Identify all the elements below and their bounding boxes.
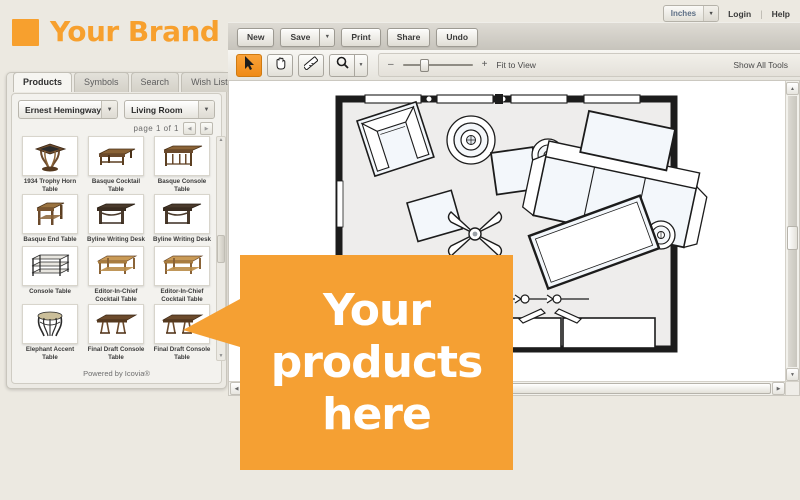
undo-button[interactable]: Undo [436, 27, 479, 47]
product-label: Basque Cocktail Table [91, 178, 141, 193]
product-item[interactable]: Basque End Table [18, 194, 82, 245]
product-item[interactable]: Basque Console Table [150, 136, 214, 193]
magnifier-icon [336, 56, 349, 74]
room-select[interactable]: Living Room ▼ [124, 100, 215, 119]
tab-symbols[interactable]: Symbols [74, 72, 129, 92]
pager-next-button[interactable]: ▶ [200, 122, 213, 135]
tab-products[interactable]: Products [13, 72, 73, 92]
chevron-down-icon: ▼ [198, 101, 214, 118]
product-item[interactable]: Byline Writing Desk [84, 194, 148, 245]
tab-search[interactable]: Search [130, 72, 180, 92]
save-button-group: Save ▼ [280, 27, 336, 47]
canvas-vertical-scrollbar[interactable]: ▲ ▼ [785, 81, 799, 382]
cocktail-table-thumb-icon [88, 136, 144, 176]
zoom-slider-knob[interactable] [419, 58, 429, 72]
brand-select-value: Ernest Hemingway [25, 104, 102, 115]
arrow-up-icon[interactable]: ▲ [219, 138, 224, 143]
chevron-down-icon: ▼ [101, 101, 118, 118]
promo-line-1: Your [322, 285, 431, 336]
share-button[interactable]: Share [386, 27, 431, 47]
pager-prev-button[interactable]: ◀ [183, 122, 196, 135]
chevron-down-icon[interactable]: ▼ [319, 27, 336, 47]
product-label: Basque Console Table [157, 178, 207, 193]
app-root: Your Brand Products Symbols Search Wish … [0, 0, 800, 500]
accent-table-thumb-icon [22, 304, 78, 344]
pager: page 1 of 1 ◀ ▶ [133, 122, 213, 135]
ruler-icon [303, 55, 319, 75]
cursor-arrow-icon [244, 55, 255, 75]
zoom-slider-track [402, 64, 473, 66]
product-label: Final Draft Console Table [87, 346, 145, 361]
promo-line-2: products [270, 337, 484, 388]
final-draft-console-thumb-icon [88, 304, 144, 344]
product-label: Editor-In-Chief Cocktail Table [94, 288, 138, 303]
product-label: Byline Writing Desk [153, 236, 211, 243]
select-tool-button[interactable] [236, 53, 262, 77]
scrollbar-thumb[interactable] [787, 226, 798, 250]
product-item[interactable]: Byline Writing Desk [150, 194, 214, 245]
top-bar: Inches ▼ Login | Help [228, 0, 800, 22]
zoom-tool-group: ▼ [329, 53, 368, 77]
header-separator: | [760, 8, 763, 19]
zoom-slider[interactable] [402, 58, 473, 72]
print-button[interactable]: Print [341, 27, 381, 47]
product-item[interactable]: Final Draft Console Table [84, 304, 148, 361]
product-label: Basque End Table [23, 236, 77, 243]
zoom-in-button[interactable]: + [482, 60, 488, 70]
chevron-down-icon: ▼ [703, 6, 719, 21]
editor-cocktail-thumb-icon [88, 246, 144, 286]
main-toolbar: New Save ▼ Print Share Undo [228, 22, 800, 52]
unit-select-value: Inches [670, 9, 697, 18]
metal-console-thumb-icon [22, 246, 78, 286]
product-item[interactable]: Basque Cocktail Table [84, 136, 148, 193]
help-link[interactable]: Help [772, 9, 790, 19]
arrow-right-icon[interactable]: ▶ [772, 382, 785, 395]
promo-callout-text: Your products here [240, 285, 513, 441]
square-logo-mark-icon [12, 18, 39, 46]
end-table-thumb-icon [22, 194, 78, 234]
unit-select[interactable]: Inches ▼ [662, 5, 720, 22]
writing-desk-thumb-icon [154, 194, 210, 234]
show-all-tools-button[interactable]: Show All Tools [733, 60, 788, 70]
fit-to-view-button[interactable]: Fit to View [496, 60, 536, 70]
arrow-down-icon[interactable]: ▼ [786, 368, 799, 381]
room-select-value: Living Room [131, 104, 183, 115]
scrollbar-track[interactable] [787, 96, 798, 367]
panel-selectors: Ernest Hemingway ▼ Living Room ▼ [18, 100, 215, 119]
writing-desk-thumb-icon [88, 194, 144, 234]
brand-name: Your Brand [50, 15, 220, 48]
console-table-thumb-icon [154, 136, 210, 176]
promo-line-3: here [322, 389, 432, 440]
product-label: Elephant Accent Table [25, 346, 75, 361]
measure-tool-button[interactable] [298, 53, 324, 77]
pedestal-table-thumb-icon [22, 136, 78, 176]
brand-select[interactable]: Ernest Hemingway ▼ [18, 100, 119, 119]
brand-logo: Your Brand [12, 15, 220, 48]
promo-callout: Your products here [183, 255, 513, 470]
login-link[interactable]: Login [728, 9, 751, 19]
save-button[interactable]: Save [280, 27, 320, 47]
product-item[interactable]: Elephant Accent Table [18, 304, 82, 361]
hand-icon [274, 56, 287, 75]
arrow-up-icon[interactable]: ▲ [786, 82, 799, 95]
product-label: 1934 Trophy Horn Table [23, 178, 77, 193]
top-bar-right: Inches ▼ Login | Help [662, 5, 790, 22]
zoom-controls: – + Fit to View Show All Tools [378, 53, 800, 77]
pan-tool-button[interactable] [267, 53, 293, 77]
product-item[interactable]: 1934 Trophy Horn Table [18, 136, 82, 193]
pager-label: page 1 of 1 [133, 124, 179, 133]
panel-tabs: Products Symbols Search Wish List [13, 72, 238, 92]
zoom-tool-button[interactable] [329, 53, 354, 77]
tools-toolbar: ▼ – + Fit to View Show All Tools [228, 50, 800, 81]
product-item[interactable]: Editor-In-Chief Cocktail Table [84, 246, 148, 303]
product-label: Console Table [29, 288, 71, 295]
chevron-down-icon[interactable]: ▼ [354, 53, 368, 77]
new-button[interactable]: New [237, 27, 275, 47]
zoom-out-button[interactable]: – [388, 60, 394, 70]
scrollbar-corner [785, 381, 799, 395]
product-label: Byline Writing Desk [87, 236, 145, 243]
product-item[interactable]: Console Table [18, 246, 82, 303]
